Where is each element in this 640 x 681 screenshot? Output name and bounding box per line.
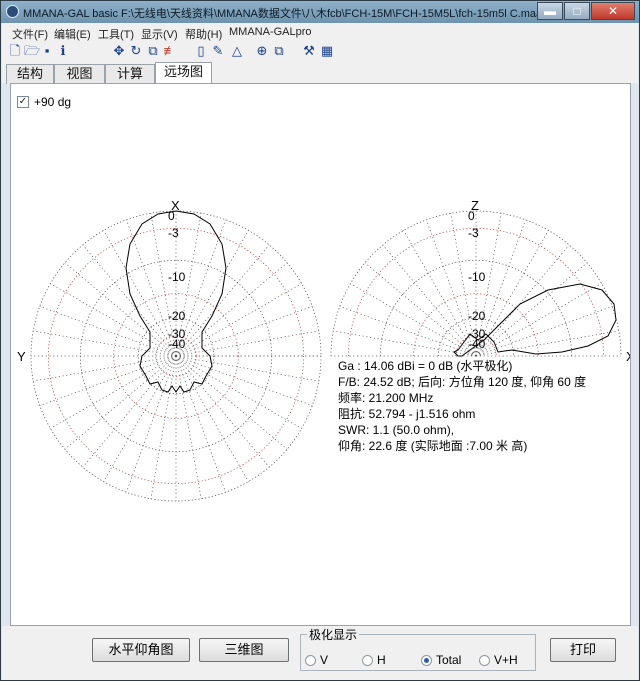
grid-spoke <box>39 306 177 357</box>
menu-bar: 文件(F) 编辑(E) 工具(T) 显示(V) 帮助(H) MMANA-GALp… <box>2 23 638 41</box>
polarization-group: 极化显示 V H Total V+H <box>300 626 536 671</box>
gain-readout: Ga : 14.06 dBi = 0 dB (水平极化) <box>338 359 513 373</box>
grid-spoke <box>175 355 226 493</box>
vertical-pattern-plot: 0-3-10-20-30-40ZX <box>330 198 630 364</box>
open-folder-icon[interactable]: 🗁 <box>24 43 40 58</box>
grid-spoke <box>339 306 477 357</box>
ring-label: -20 <box>468 309 486 323</box>
radio-total-label: Total <box>436 653 462 667</box>
ring-label: -3 <box>468 226 479 240</box>
tab-calculate[interactable]: 计算 <box>105 64 155 84</box>
tab-strip: 结构 视图 计算 远场图 <box>2 61 638 84</box>
radio-v[interactable]: V <box>305 653 328 667</box>
copy-icon[interactable]: ⧉ <box>272 43 286 58</box>
document-icon[interactable]: ▯ <box>194 43 208 58</box>
rotate-icon[interactable]: ↻ <box>129 43 143 58</box>
menu-view[interactable]: 显示(V) <box>141 26 178 42</box>
grid-spoke <box>175 230 249 357</box>
radio-v-dot[interactable] <box>305 654 316 666</box>
grid-spoke <box>103 355 177 482</box>
info-icon[interactable]: ℹ <box>56 43 70 58</box>
grid-spoke <box>175 355 319 382</box>
grid-spoke <box>175 306 313 357</box>
elevation-readout: 仰角: 22.6 度 (实际地面 :7.00 米 高) <box>338 439 528 453</box>
toolbar: 🗋 🗁 ▪ ℹ ✥ ↻ ⧉ ≢ ▯ ✎ △ ⊕ ⧉ ⚒ ▦ <box>2 41 638 61</box>
impedance-readout: 阻抗: 52.794 - j1.516 ohm <box>338 407 476 421</box>
ring-label: -3 <box>168 226 179 240</box>
pattern-plots: 0-3-10-20-30-40XY 0-3-10-20-30-40ZX <box>17 198 630 502</box>
print-button[interactable]: 打印 <box>550 638 616 662</box>
tab-structure[interactable]: 结构 <box>6 64 54 84</box>
radio-h-label: H <box>377 653 386 667</box>
ring-label: -10 <box>468 270 486 284</box>
grid-spoke <box>33 355 177 382</box>
bottom-bar: 水平仰角图 三维图 极化显示 V H Total V+H 打印 <box>2 626 638 680</box>
wire-split-icon[interactable]: ≢ <box>163 43 177 58</box>
radio-v-plus-h-dot[interactable] <box>479 654 490 666</box>
grid-spoke <box>175 330 319 357</box>
ring-label: -20 <box>168 309 186 323</box>
grid-spoke <box>175 355 302 429</box>
move-icon[interactable]: ✥ <box>112 43 126 58</box>
target-icon[interactable]: ⊕ <box>255 43 269 58</box>
menu-file[interactable]: 文件(F) <box>12 26 48 42</box>
grid-spoke <box>103 230 177 357</box>
grid-spoke <box>39 355 177 406</box>
radio-h-dot[interactable] <box>362 654 373 666</box>
new-file-icon[interactable]: 🗋 <box>8 43 22 58</box>
grid-spoke <box>175 355 202 499</box>
grid-spoke <box>403 230 477 357</box>
grid-spoke <box>350 283 477 357</box>
axis-label-top: Z <box>471 198 479 213</box>
edit-icon[interactable]: ✎ <box>211 43 225 58</box>
title-bar[interactable]: MMANA-GAL basic F:\无线电\天线资料\MMANA数据文件\八木… <box>1 1 639 23</box>
menu-tools[interactable]: 工具(T) <box>98 26 134 42</box>
menu-mmana-gal-pro[interactable]: MMANA-GALpro <box>229 26 312 38</box>
swr-readout: SWR: 1.1 (50.0 ohm), <box>338 423 455 437</box>
3d-plot-button[interactable]: 三维图 <box>199 638 289 662</box>
grid-spoke <box>126 355 177 493</box>
save-icon[interactable]: ▪ <box>40 43 54 58</box>
calculation-readout: Ga : 14.06 dBi = 0 dB (水平极化) F/B: 24.52 … <box>338 358 586 454</box>
app-icon[interactable] <box>6 5 19 18</box>
ring-label: -40 <box>168 337 186 351</box>
triangle-icon[interactable]: △ <box>230 43 244 58</box>
grid-spoke <box>33 330 177 357</box>
horizontal-pattern-plot: 0-3-10-20-30-40XY <box>17 198 322 502</box>
window-title: MMANA-GAL basic F:\无线电\天线资料\MMANA数据文件\八木… <box>23 8 543 20</box>
axis-label-side: Y <box>17 349 26 364</box>
select-icon[interactable]: ⧉ <box>146 43 160 58</box>
tab-far-field[interactable]: 远场图 <box>155 62 212 84</box>
radio-v-label: V <box>320 653 329 667</box>
window-controls: ▬ □ ✕ <box>536 2 635 20</box>
tab-view[interactable]: 视图 <box>54 64 105 84</box>
calculator-icon[interactable]: ▦ <box>320 43 334 58</box>
grid-spoke <box>175 283 302 357</box>
radio-v-plus-h[interactable]: V+H <box>479 653 518 667</box>
grid-spoke <box>475 330 619 357</box>
front-back-readout: F/B: 24.52 dB; 后向: 方位角 120 度, 仰角 60 度 <box>338 375 587 389</box>
ring-label: -10 <box>168 270 186 284</box>
radio-h[interactable]: H <box>362 653 386 667</box>
grid-spoke <box>50 355 177 429</box>
minimize-button[interactable]: ▬ <box>537 2 563 20</box>
grid-spoke <box>175 355 249 482</box>
radio-total[interactable]: Total <box>421 653 461 667</box>
polarization-group-label: 极化显示 <box>307 626 360 643</box>
grid-spoke <box>175 355 313 406</box>
radio-total-dot[interactable] <box>421 654 432 666</box>
app-window: MMANA-GAL basic F:\无线电\天线资料\MMANA数据文件\八木… <box>0 0 640 681</box>
tools-icon[interactable]: ⚒ <box>302 43 316 58</box>
menu-help[interactable]: 帮助(H) <box>185 26 222 42</box>
horizontal-elevation-button[interactable]: 水平仰角图 <box>92 638 190 662</box>
menu-edit[interactable]: 编辑(E) <box>54 26 91 42</box>
maximize-button[interactable]: □ <box>564 2 590 20</box>
frequency-readout: 频率: 21.200 MHz <box>338 391 434 405</box>
grid-spoke <box>150 355 177 499</box>
axis-label-side: X <box>626 349 630 364</box>
close-button[interactable]: ✕ <box>591 2 635 20</box>
radio-v-plus-h-label: V+H <box>494 653 518 667</box>
far-field-panel: ✓ +90 dg 0 -3 -10 -20 -30 -40 X Y 0 -3 -10 -20 -30-… <box>10 83 631 626</box>
grid-spoke <box>50 283 177 357</box>
